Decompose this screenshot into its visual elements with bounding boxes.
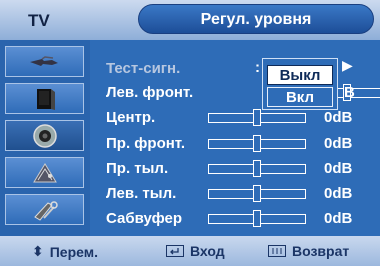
header-bar: TV Регул. уровня (0, 0, 380, 40)
slider-knob[interactable] (253, 210, 261, 227)
row-label: Пр. фронт. (106, 135, 185, 152)
input-plug-icon (29, 55, 58, 66)
source-label: TV (28, 11, 50, 30)
sidebar-item-picture[interactable] (5, 83, 84, 114)
return-icon (268, 245, 286, 257)
sidebar-item-channel[interactable] (5, 157, 84, 188)
row-label: Лев. фронт. (106, 84, 194, 101)
level-value: 0dB (324, 210, 353, 227)
sidebar (0, 40, 90, 236)
row-label: Пр. тыл. (106, 160, 169, 177)
level-value: 0dB (324, 160, 353, 177)
option-off[interactable]: Выкл (267, 65, 333, 85)
row-label: Лев. тыл. (106, 185, 177, 202)
footer-move-label: Перем. (49, 243, 98, 260)
footer-bar: ⬍ Перем. Вход Возврат (0, 236, 380, 266)
row-label: Сабвуфер (106, 210, 183, 227)
test-signal-dropdown[interactable]: Выкл Вкл (262, 58, 338, 110)
picture-icon (36, 88, 55, 110)
slider-knob[interactable] (253, 160, 261, 177)
level-slider[interactable] (208, 185, 306, 202)
osd-window: TV Регул. уровня Тест-сигн. Лев. фронт. … (0, 0, 380, 266)
channel-antenna-icon (32, 162, 57, 182)
sidebar-item-setup[interactable] (5, 194, 84, 225)
submenu-arrow-icon: ▶ (342, 57, 353, 73)
footer-move: ⬍ Перем. (32, 243, 98, 260)
level-value-partial: B (344, 84, 355, 101)
sidebar-item-sound[interactable] (5, 120, 84, 151)
menu-title: Регул. уровня (138, 4, 374, 34)
sound-speaker-icon (32, 123, 57, 148)
slider-knob[interactable] (253, 185, 261, 202)
level-value: 0dB (324, 109, 353, 126)
level-slider[interactable] (208, 160, 306, 177)
level-value: 0dB (324, 185, 353, 202)
up-down-arrows-icon: ⬍ (32, 243, 44, 259)
slider-knob[interactable] (253, 109, 261, 126)
footer-return: Возврат (268, 243, 349, 259)
row-label: Центр. (106, 109, 156, 126)
level-slider[interactable] (208, 109, 306, 126)
level-value: 0dB (324, 135, 353, 152)
sidebar-item-input[interactable] (5, 46, 84, 77)
setup-tools-icon (33, 200, 58, 221)
footer-enter-label: Вход (190, 243, 225, 259)
level-slider[interactable] (208, 135, 306, 152)
test-signal-label: Тест-сигн. (106, 60, 181, 77)
level-slider[interactable] (208, 210, 306, 227)
footer-return-label: Возврат (292, 243, 350, 259)
footer-enter: Вход (166, 243, 225, 259)
option-on[interactable]: Вкл (267, 87, 333, 107)
slider-knob[interactable] (253, 135, 261, 152)
test-signal-colon: : (255, 59, 260, 76)
enter-icon (166, 245, 184, 257)
